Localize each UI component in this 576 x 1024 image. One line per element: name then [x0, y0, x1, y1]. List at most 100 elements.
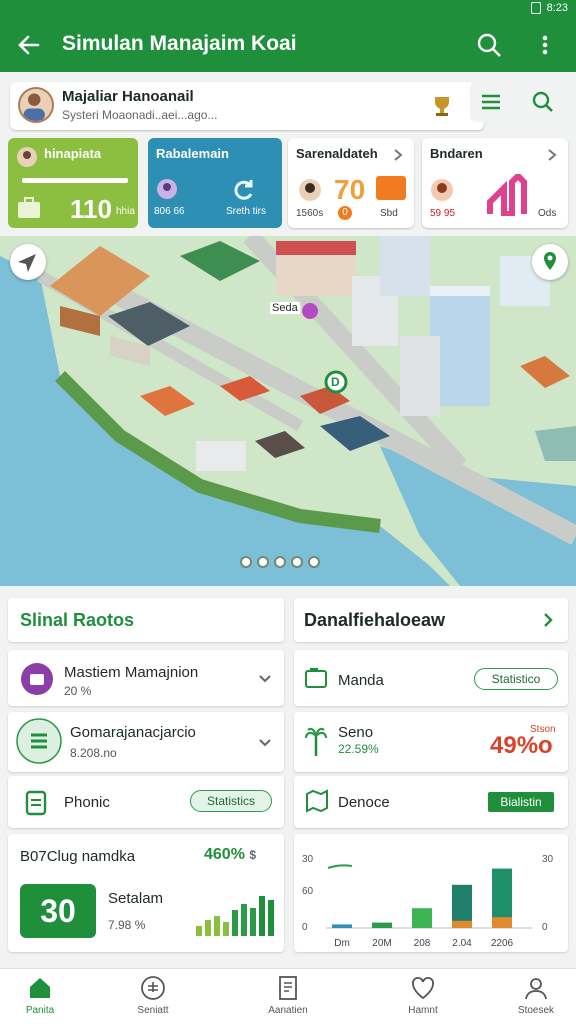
- map-illustration: [0, 236, 576, 586]
- bar-chart-card: 30 60 0 30 0 Dm 20M 208 2.04 2206: [294, 834, 568, 952]
- navigation-icon: [18, 254, 36, 272]
- stats-label: Setalam: [108, 890, 164, 907]
- stats-sub: 7.98 %: [108, 918, 146, 932]
- x-tick-label: Dm: [334, 938, 350, 949]
- search-icon[interactable]: [474, 30, 504, 60]
- battery-icon: [530, 2, 541, 14]
- mini-bar-chart: [196, 896, 274, 936]
- menu-button[interactable]: [470, 82, 512, 122]
- stats-card: B07Clug namdka 460% $ 30 Setalam 7.98 %: [8, 834, 284, 952]
- trophy-icon[interactable]: [428, 92, 456, 120]
- card-sub1: 1560s: [296, 208, 324, 219]
- chart-bar: [372, 922, 392, 928]
- profile-name: Majaliar Hanoanail: [62, 88, 194, 105]
- growth-chart-icon: [487, 174, 527, 216]
- list-item[interactable]: Manda Statistico: [294, 650, 568, 706]
- card-value: 110: [70, 194, 112, 224]
- stats-title: B07Clug namdka: [20, 848, 136, 865]
- statistics-button[interactable]: Bialistin: [488, 792, 554, 812]
- summary-card-4[interactable]: Bndaren 59 95 Ods: [422, 138, 568, 228]
- home-icon: [30, 978, 50, 998]
- nav-item-document[interactable]: Aanatien: [248, 975, 328, 1016]
- y-tick-right-bot: 0: [542, 922, 548, 933]
- more-vertical-icon[interactable]: [530, 30, 560, 60]
- map-navigate-button[interactable]: [10, 244, 46, 280]
- row-sub: 22.59%: [338, 742, 379, 756]
- carousel-dot[interactable]: [291, 556, 303, 568]
- nav-item-home[interactable]: Panita: [0, 975, 80, 1016]
- card-sub2: 0: [338, 206, 352, 220]
- stats-big-value: 30: [20, 884, 96, 938]
- card-label: Rabalemain: [156, 146, 229, 161]
- list-item[interactable]: Phonic Statistics: [8, 776, 284, 828]
- list-item[interactable]: Mastiem Mamajnion 20 %: [8, 650, 284, 706]
- search-icon: [532, 91, 553, 112]
- map-pin-label[interactable]: D: [331, 375, 340, 389]
- chart-bar: [412, 908, 432, 928]
- y-tick-top: 30: [302, 854, 314, 865]
- user-avatar-icon: [299, 179, 321, 201]
- status-bar: 8:23: [0, 0, 576, 18]
- profile-search-button[interactable]: [522, 82, 564, 122]
- x-tick-label: 2.04: [452, 938, 472, 949]
- card-value: 59 95: [430, 208, 456, 219]
- row-title: Manda: [338, 672, 384, 689]
- map-location-button[interactable]: [532, 244, 568, 280]
- stats-percent: 460% $: [204, 846, 256, 864]
- summary-card-1[interactable]: hinapiata 110 hhia: [8, 138, 138, 228]
- nav-label: Aanatien: [268, 1005, 308, 1016]
- chevron-down-icon[interactable]: [258, 738, 272, 748]
- chart-bar-segment: [492, 917, 512, 928]
- card-badge: [376, 176, 406, 200]
- row-title: Phonic: [64, 794, 110, 811]
- x-tick-label: 2206: [491, 938, 514, 949]
- x-tick-label: 20M: [372, 938, 391, 949]
- carousel-dot[interactable]: [308, 556, 320, 568]
- carousel-dot[interactable]: [240, 556, 252, 568]
- user-avatar-icon: [17, 147, 37, 167]
- y-tick-right-top: 30: [542, 854, 554, 865]
- palm-icon: [304, 727, 328, 756]
- list-item[interactable]: Gomarajanacjarcio 8.208.no: [8, 712, 284, 772]
- stats-percent-value: 460%: [204, 846, 250, 863]
- card-sub1: Ods: [538, 208, 557, 219]
- list-icon: [16, 718, 62, 764]
- nav-label: Seniatt: [137, 1005, 169, 1016]
- right-section-header[interactable]: Danalfiehaloeaw: [294, 598, 568, 642]
- card-value: 70: [334, 174, 366, 205]
- arrow-left-icon[interactable]: [14, 30, 44, 60]
- summary-card-3[interactable]: Sarenaldateh 70 1560s 0 Sbd: [288, 138, 414, 228]
- carousel-dot[interactable]: [274, 556, 286, 568]
- x-tick-label: 208: [414, 938, 431, 949]
- chevron-right-icon[interactable]: [542, 612, 554, 628]
- nav-item-calculator[interactable]: Seniatt: [113, 975, 193, 1016]
- list-item[interactable]: Seno 22.59% Stson 49%o: [294, 712, 568, 772]
- user-avatar-icon: [431, 179, 453, 201]
- y-tick-mid: 60: [302, 886, 314, 897]
- statistics-pill[interactable]: Statistico: [474, 668, 558, 690]
- city-map[interactable]: Seda D: [0, 236, 576, 586]
- card-sub3: Sbd: [380, 208, 398, 219]
- card-sub2: Sreth tirs: [226, 206, 267, 217]
- profile-bar[interactable]: Majaliar Hanoanail Systeri Moaonadi..aei…: [10, 82, 484, 130]
- folder-icon: [305, 668, 327, 688]
- chevron-right-icon[interactable]: [392, 148, 404, 162]
- chevron-down-icon[interactable]: [258, 674, 272, 684]
- summary-card-2[interactable]: Rabalemain 806 66 Sreth tirs: [148, 138, 282, 228]
- user-avatar[interactable]: [18, 87, 54, 123]
- nav-item-favorites[interactable]: Hamnt: [383, 975, 463, 1016]
- chart-bar: [332, 924, 352, 928]
- heart-icon: [412, 977, 434, 1000]
- chevron-right-icon[interactable]: [546, 148, 558, 162]
- chart-bar-segment: [452, 920, 472, 928]
- nav-label: Stoesek: [517, 1005, 555, 1016]
- carousel-dot[interactable]: [257, 556, 269, 568]
- list-item[interactable]: Denoce Bialistin: [294, 776, 568, 828]
- briefcase-icon: [18, 197, 40, 218]
- row-title: Seno: [338, 724, 374, 741]
- briefcase-icon: [21, 663, 53, 695]
- statistics-pill[interactable]: Statistics: [190, 790, 272, 812]
- carousel-dots[interactable]: [240, 556, 320, 568]
- clipboard-icon: [25, 790, 47, 816]
- nav-item-profile[interactable]: Stoesek: [496, 975, 576, 1016]
